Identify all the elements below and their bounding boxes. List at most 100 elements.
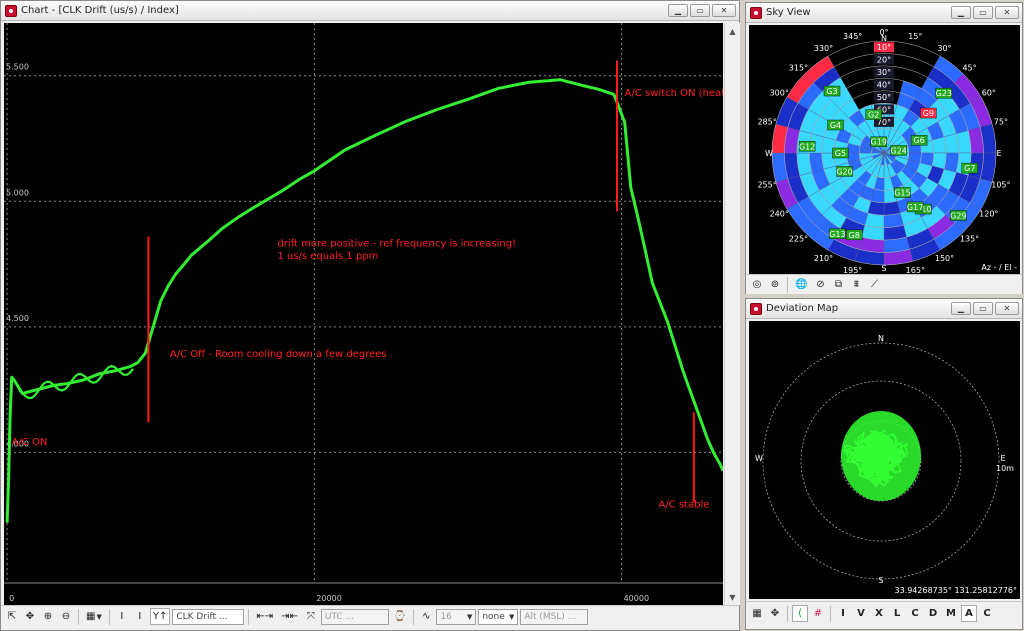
y-axis-select-icon[interactable]: Y↑	[149, 608, 171, 625]
cursor-y-icon[interactable]: Ⅰ	[114, 608, 130, 625]
chart-titlebar[interactable]: Chart - [CLK Drift (us/s) / Index] ▁ ▭ ✕	[1, 1, 739, 21]
deviation-toolbar-button[interactable]: M	[943, 605, 959, 622]
toolbar-separator	[248, 608, 250, 625]
az-el-readout: Az - / El -	[981, 263, 1017, 272]
maximize-button[interactable]: ▭	[973, 6, 993, 19]
y-tick-label: 5.000	[6, 188, 29, 197]
zoom-out-icon[interactable]: ⊖	[58, 608, 74, 625]
drift-chart: 0 20000 400004.0004.5005.0005.500A/C ONA/C…	[4, 23, 723, 603]
sky-view-title: Sky View	[766, 7, 811, 18]
x-tick-label: 0	[9, 594, 14, 603]
deviation-toolbar-button[interactable]: I	[835, 605, 851, 622]
time-format-icon[interactable]: ⌚	[391, 608, 409, 625]
azimuth-label: 345°	[843, 32, 862, 41]
deviation-toolbar-button[interactable]: C	[907, 605, 923, 622]
elevation-label: 30°	[877, 68, 891, 77]
deviation-map-window: Deviation Map ▁ ▭ ✕ N E S W 10m 33.94268735° …	[745, 298, 1023, 630]
globe-icon[interactable]: 🌐	[792, 276, 810, 293]
toolbar-separator	[108, 608, 110, 625]
series-select[interactable]: CLK Drift ...	[172, 608, 245, 625]
satellite-label: G8	[849, 231, 860, 240]
line-select[interactable]: none ▼	[478, 608, 519, 625]
deviation-core	[841, 411, 921, 501]
sky-view-titlebar[interactable]: Sky View ▁ ▭ ✕	[746, 3, 1022, 23]
pan-icon[interactable]: ✥	[767, 605, 783, 622]
line-select-value: none	[482, 611, 505, 622]
deviation-toolbar-button[interactable]: A	[961, 605, 977, 622]
rings-icon[interactable]: ⊚	[767, 276, 783, 293]
direction-label: N	[881, 34, 887, 43]
shrink-x-icon[interactable]: ⇥⇤	[278, 608, 301, 625]
signal-icon[interactable]: ⩩	[848, 276, 864, 293]
chart-annotation: A/C stable	[658, 500, 709, 511]
size-select-value: 16	[440, 611, 452, 622]
elevation-label: 10°	[877, 43, 891, 52]
sky-view-plot[interactable]: 10° 20° 30° 40° 50° 60° 70° 0° 15° 30° 45° 60° 75° 10…	[749, 25, 1020, 274]
chart-plot-area[interactable]: 0 20000 40000 4.000 4.500 5.000 5.500 A/C ON A/C…	[4, 23, 723, 605]
target-icon[interactable]: ◎	[749, 276, 765, 293]
deviation-map-toolbar: ▦ ✥ ⟨ # IVXLCDMAC	[746, 601, 1022, 625]
altitude-select[interactable]: Alt (MSL) ...	[520, 608, 589, 625]
chart-settings-icon[interactable]: ▦ ▼	[83, 608, 105, 625]
satellite-label: G7	[964, 164, 975, 173]
auto-x-icon[interactable]: ⤧	[303, 608, 319, 625]
satellite-label: G20	[836, 167, 852, 176]
elevation-label: 20°	[877, 56, 891, 65]
trail-icon[interactable]: ⟨	[792, 605, 808, 622]
direction-label: W	[765, 149, 773, 158]
azimuth-label: 285°	[757, 118, 776, 127]
minimize-button[interactable]: ▁	[668, 4, 688, 17]
azimuth-label: 30°	[937, 44, 951, 53]
close-button[interactable]: ✕	[995, 302, 1019, 315]
azimuth-label: 75°	[994, 118, 1008, 127]
azimuth-label: 225°	[789, 235, 808, 244]
time-select[interactable]: UTC ...	[320, 608, 389, 625]
maximize-button[interactable]: ▭	[973, 302, 993, 315]
satellite-label: G15	[894, 188, 910, 197]
size-select[interactable]: 16 ▼	[436, 608, 477, 625]
grid-icon[interactable]: #	[810, 605, 826, 622]
close-button[interactable]: ✕	[995, 6, 1019, 19]
compass-label: S	[878, 576, 883, 585]
chart-vertical-scrollbar[interactable]: ▲ ▼	[724, 23, 740, 605]
satellite-icon[interactable]: ⧉	[830, 276, 846, 293]
elevation-label: 40°	[877, 81, 891, 90]
elevation-icon[interactable]: ⟋	[866, 276, 882, 293]
azimuth-label: 15°	[908, 32, 922, 41]
chart-annotation: drift more positive - ref frequency is i…	[277, 238, 516, 249]
deviation-toolbar-button[interactable]: C	[979, 605, 995, 622]
zoom-x-icon[interactable]: ⇱	[4, 608, 20, 625]
deviation-toolbar-button[interactable]: D	[925, 605, 941, 622]
map-settings-icon[interactable]: ▦	[749, 605, 765, 622]
deviation-toolbar-button[interactable]: X	[871, 605, 887, 622]
scroll-down-icon[interactable]: ▼	[725, 589, 740, 605]
fit-x-icon[interactable]: ⇤⇥	[253, 608, 276, 625]
drift-series-line	[5, 78, 723, 523]
scroll-up-icon[interactable]: ▲	[725, 23, 740, 39]
deviation-toolbar-button[interactable]: L	[889, 605, 905, 622]
line-style-icon[interactable]: ∿	[418, 608, 434, 625]
pan-icon[interactable]: ✥	[22, 608, 38, 625]
azimuth-label: 315°	[789, 63, 808, 72]
chevron-down-icon: ▼	[508, 612, 515, 621]
close-button[interactable]: ✕	[712, 4, 736, 17]
deviation-map-plot[interactable]: N E S W 10m 33.94268735° 131.25812776°	[749, 321, 1020, 599]
deviation-plot: N E S W 10m 33.94268735° 131.25812776°	[755, 334, 1017, 595]
toolbar-separator	[787, 276, 788, 293]
minimize-button[interactable]: ▁	[951, 302, 971, 315]
maximize-button[interactable]: ▭	[690, 4, 710, 17]
sky-mask-icon[interactable]: ⊘	[812, 276, 828, 293]
zoom-in-icon[interactable]: ⊕	[40, 608, 56, 625]
azimuth-label: 255°	[757, 180, 776, 189]
satellite-label: G23	[936, 89, 952, 98]
deviation-map-titlebar[interactable]: Deviation Map ▁ ▭ ✕	[746, 299, 1022, 319]
chart-annotation: A/C Off - Room cooling down a few degree…	[170, 349, 387, 360]
cursor-range-icon[interactable]: Ⅰ	[132, 608, 148, 625]
deviation-toolbar-button[interactable]: V	[853, 605, 869, 622]
azimuth-label: 165°	[906, 266, 925, 274]
x-tick-label: 20000	[316, 594, 341, 603]
satellite-label: G3	[826, 87, 837, 96]
satellite-label: G19	[871, 138, 887, 147]
minimize-button[interactable]: ▁	[951, 6, 971, 19]
azimuth-label: 45°	[962, 63, 976, 72]
